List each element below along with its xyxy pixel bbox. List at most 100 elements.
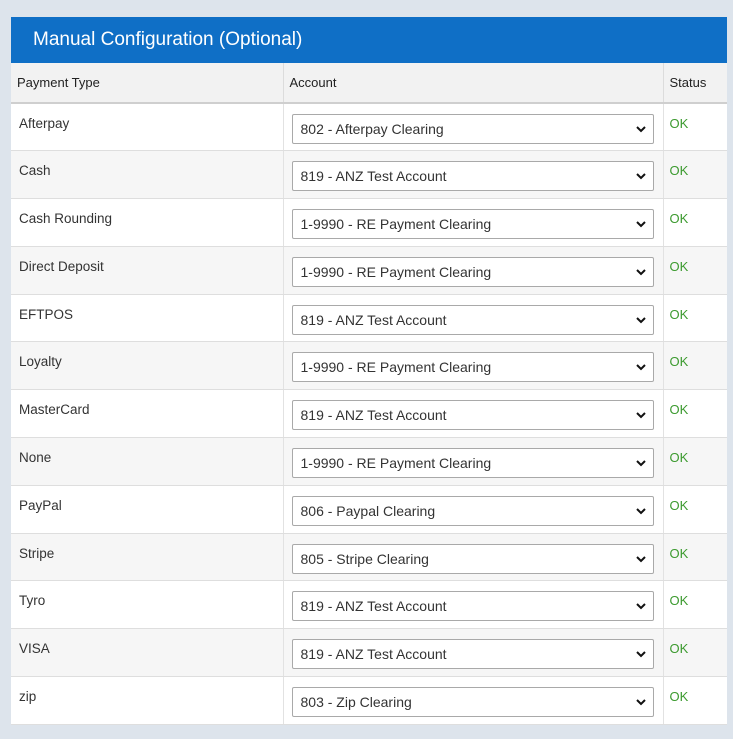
column-header-payment-type: Payment Type	[11, 63, 284, 104]
table-row: Afterpay 802 - Afterpay Clearing OK	[11, 103, 727, 152]
chevron-down-icon	[635, 316, 646, 323]
table-row: None 1-9990 - RE Payment Clearing OK	[11, 437, 727, 486]
payment-type-cell: Cash Rounding	[11, 198, 284, 247]
payment-type-cell: MasterCard	[11, 389, 284, 439]
payment-type-label: EFTPOS	[19, 306, 74, 322]
account-select[interactable]: 806 - Paypal Clearing	[291, 495, 654, 526]
panel-title: Manual Configuration (Optional)	[11, 17, 727, 63]
payment-type-cell: zip	[11, 676, 284, 725]
account-select[interactable]: 819 - ANZ Test Account	[291, 591, 654, 622]
account-select[interactable]: 805 - Stripe Clearing	[291, 543, 654, 574]
chevron-down-icon	[635, 364, 646, 371]
payment-type-label: Cash Rounding	[19, 210, 113, 226]
account-selected-value: 802 - Afterpay Clearing	[300, 120, 444, 137]
account-select[interactable]: 802 - Afterpay Clearing	[291, 113, 654, 144]
account-select[interactable]: 1-9990 - RE Payment Clearing	[291, 256, 654, 287]
payment-type-label: zip	[19, 688, 37, 704]
table-header-row: Payment Type Account Status	[11, 63, 727, 104]
payment-type-label: None	[19, 449, 52, 465]
chevron-down-icon	[635, 412, 646, 419]
status-cell: OK	[663, 341, 727, 391]
status-badge: OK	[669, 115, 689, 131]
status-badge: OK	[669, 545, 689, 561]
status-cell: OK	[663, 103, 727, 152]
account-selected-value: 819 - ANZ Test Account	[300, 168, 447, 185]
payment-type-cell: Afterpay	[11, 103, 284, 152]
chevron-down-icon	[635, 460, 646, 467]
table-row: Loyalty 1-9990 - RE Payment Clearing OK	[11, 341, 727, 391]
account-cell: 819 - ANZ Test Account	[283, 294, 664, 343]
payment-mapping-table: Payment Type Account Status Afterpay 802 …	[11, 63, 727, 725]
table-row: PayPal 806 - Paypal Clearing OK	[11, 485, 727, 534]
account-select[interactable]: 819 - ANZ Test Account	[291, 639, 654, 670]
status-cell: OK	[663, 150, 727, 200]
account-cell: 819 - ANZ Test Account	[283, 389, 664, 439]
payment-type-cell: None	[11, 437, 284, 486]
status-cell: OK	[663, 294, 727, 343]
table-row: Direct Deposit 1-9990 - RE Payment Cleari…	[11, 246, 727, 295]
account-selected-value: 1-9990 - RE Payment Clearing	[300, 359, 492, 376]
column-header-account: Account	[283, 63, 664, 104]
account-select[interactable]: 1-9990 - RE Payment Clearing	[291, 208, 654, 239]
chevron-down-icon	[635, 125, 646, 133]
payment-type-cell: Cash	[11, 150, 284, 200]
account-cell: 802 - Afterpay Clearing	[283, 103, 664, 152]
status-badge: OK	[669, 593, 689, 609]
chevron-down-icon	[635, 173, 646, 180]
payment-type-label: Loyalty	[19, 354, 62, 370]
table-row: Cash 819 - ANZ Test Account OK	[11, 150, 727, 200]
payment-type-label: Cash	[19, 163, 51, 179]
chevron-down-icon	[635, 269, 646, 276]
table-row: Cash Rounding 1-9990 - RE Payment Clearin…	[11, 198, 727, 247]
status-cell: OK	[663, 485, 727, 534]
account-selected-value: 819 - ANZ Test Account	[300, 598, 447, 615]
column-header-status: Status	[663, 63, 727, 104]
status-badge: OK	[669, 641, 689, 657]
status-cell: OK	[663, 437, 727, 486]
account-select[interactable]: 819 - ANZ Test Account	[291, 400, 654, 431]
account-cell: 1-9990 - RE Payment Clearing	[283, 198, 664, 247]
table-row: Stripe 805 - Stripe Clearing OK	[11, 533, 727, 582]
status-badge: OK	[669, 688, 689, 704]
account-select[interactable]: 803 - Zip Clearing	[291, 686, 654, 717]
table-row: EFTPOS 819 - ANZ Test Account OK	[11, 294, 727, 343]
account-select[interactable]: 1-9990 - RE Payment Clearing	[291, 447, 654, 478]
payment-type-cell: Tyro	[11, 580, 284, 630]
status-cell: OK	[663, 198, 727, 247]
account-cell: 803 - Zip Clearing	[283, 676, 664, 725]
status-cell: OK	[663, 246, 727, 295]
payment-type-label: VISA	[19, 641, 50, 657]
payment-type-label: MasterCard	[19, 402, 90, 418]
status-cell: OK	[663, 389, 727, 439]
table-row: zip 803 - Zip Clearing OK	[11, 676, 727, 725]
status-badge: OK	[669, 163, 689, 179]
account-cell: 819 - ANZ Test Account	[283, 150, 664, 200]
account-cell: 806 - Paypal Clearing	[283, 485, 664, 534]
account-select[interactable]: 1-9990 - RE Payment Clearing	[291, 352, 654, 383]
chevron-down-icon	[635, 651, 646, 658]
status-cell: OK	[663, 580, 727, 630]
account-cell: 1-9990 - RE Payment Clearing	[283, 246, 664, 295]
account-select[interactable]: 819 - ANZ Test Account	[291, 304, 654, 335]
table-row: MasterCard 819 - ANZ Test Account OK	[11, 389, 727, 439]
status-badge: OK	[669, 210, 689, 226]
status-badge: OK	[669, 402, 689, 418]
payment-type-cell: Stripe	[11, 533, 284, 582]
payment-type-cell: EFTPOS	[11, 294, 284, 343]
account-selected-value: 805 - Stripe Clearing	[300, 550, 429, 567]
account-selected-value: 1-9990 - RE Payment Clearing	[300, 263, 492, 280]
account-select[interactable]: 819 - ANZ Test Account	[291, 161, 654, 192]
payment-type-label: PayPal	[19, 497, 62, 513]
chevron-down-icon	[635, 221, 646, 228]
account-selected-value: 819 - ANZ Test Account	[300, 407, 447, 424]
account-cell: 819 - ANZ Test Account	[283, 628, 664, 678]
payment-type-label: Direct Deposit	[19, 258, 104, 274]
payment-type-label: Afterpay	[19, 115, 70, 131]
status-badge: OK	[669, 497, 689, 513]
account-selected-value: 803 - Zip Clearing	[300, 693, 412, 710]
table-row: Tyro 819 - ANZ Test Account OK	[11, 580, 727, 630]
chevron-down-icon	[635, 555, 646, 562]
status-cell: OK	[663, 676, 727, 725]
account-cell: 819 - ANZ Test Account	[283, 580, 664, 630]
status-badge: OK	[669, 449, 689, 465]
